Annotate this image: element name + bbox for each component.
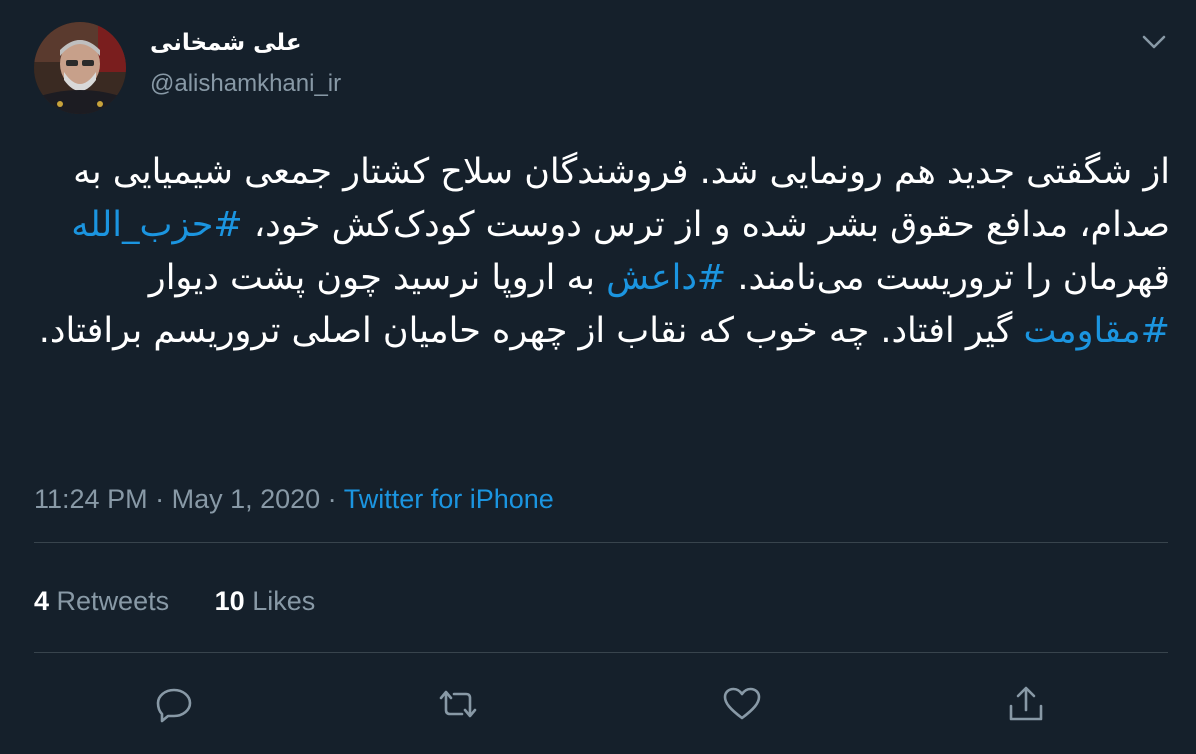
display-name[interactable]: علی شمخانی bbox=[150, 30, 302, 56]
likes-label: Likes bbox=[252, 586, 316, 616]
hashtag-link[interactable]: #حزب_الله bbox=[71, 205, 242, 245]
retweet-icon[interactable] bbox=[436, 682, 480, 726]
tweet-text-segment: به اروپا نرسید چون پشت دیوار bbox=[148, 258, 607, 298]
avatar[interactable] bbox=[34, 22, 126, 114]
tweet-card: علی شمخانی @alishamkhani_ir از شگفتی جدی… bbox=[0, 0, 1196, 754]
retweets-count: 4 bbox=[34, 586, 50, 616]
retweets-stat[interactable]: 4 Retweets bbox=[34, 586, 169, 617]
meta-separator: · bbox=[320, 484, 344, 514]
hashtag-link[interactable]: #داعش bbox=[606, 258, 726, 298]
avatar-photo bbox=[34, 22, 126, 114]
tweet-source[interactable]: Twitter for iPhone bbox=[344, 484, 554, 514]
tweet-time[interactable]: 11:24 PM bbox=[34, 484, 148, 514]
user-handle[interactable]: @alishamkhani_ir bbox=[150, 70, 341, 98]
heart-icon[interactable] bbox=[720, 682, 764, 726]
tweet-meta: 11:24 PM · May 1, 2020 · Twitter for iPh… bbox=[34, 484, 554, 515]
meta-separator: · bbox=[147, 484, 172, 514]
likes-count: 10 bbox=[214, 586, 245, 616]
tweet-date[interactable]: May 1, 2020 bbox=[172, 484, 321, 514]
retweets-label: Retweets bbox=[56, 586, 170, 616]
chevron-down-icon[interactable] bbox=[1138, 28, 1170, 56]
tweet-text-segment: قهرمان را تروریست می‌نامند. bbox=[726, 258, 1170, 298]
tweet-text-segment: گیر افتاد. چه خوب که نقاب از چهره حامیان… bbox=[38, 311, 1024, 351]
divider bbox=[34, 542, 1168, 543]
divider bbox=[34, 652, 1168, 653]
likes-stat[interactable]: 10 Likes bbox=[215, 586, 316, 617]
reply-icon[interactable] bbox=[152, 682, 196, 726]
share-icon[interactable] bbox=[1004, 682, 1048, 726]
tweet-text: از شگفتی جدید هم رونمایی شد. فروشندگان س… bbox=[30, 146, 1170, 358]
tweet-stats: 4 Retweets 10 Likes bbox=[34, 586, 353, 617]
hashtag-link[interactable]: #مقاومت bbox=[1024, 311, 1170, 351]
